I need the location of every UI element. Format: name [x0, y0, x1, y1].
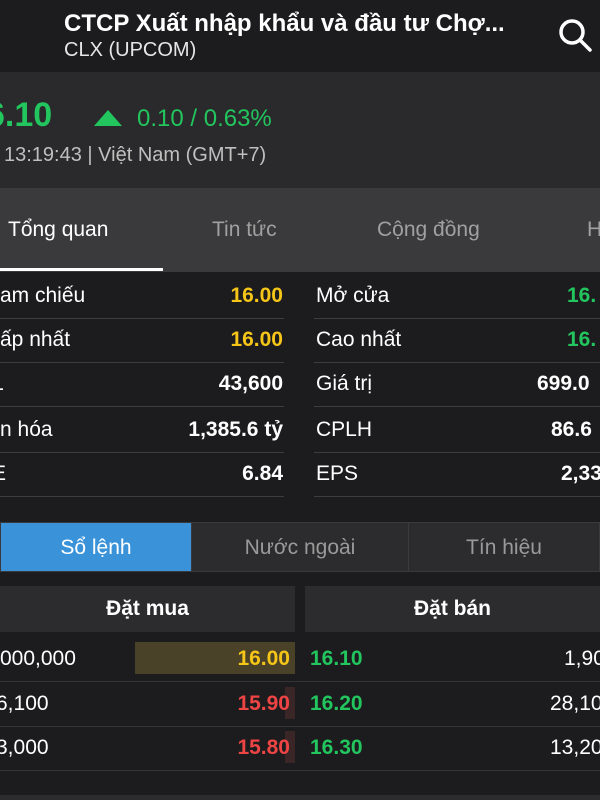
divider — [0, 406, 284, 407]
active-tab-indicator — [0, 268, 163, 271]
bottom-bar — [0, 795, 600, 800]
stat-value: 43,600 — [218, 372, 283, 395]
ask-price[interactable]: 16.20 — [310, 692, 363, 716]
divider — [0, 681, 600, 682]
ask-header: Đặt bán — [305, 586, 600, 632]
stat-value: 6.84 — [242, 462, 283, 485]
tab-foreign[interactable]: Nước ngoài — [191, 522, 409, 572]
tab-overview[interactable]: Tổng quan — [8, 218, 108, 242]
stat-label: am chiếu — [0, 284, 86, 307]
divider — [314, 318, 600, 319]
bid-quantity: 3,000 — [0, 736, 49, 759]
tab-signals[interactable]: Tín hiệu — [408, 522, 600, 572]
ask-quantity: 28,10 — [550, 692, 600, 715]
triangle-up-icon — [94, 110, 122, 126]
divider — [0, 770, 600, 771]
bid-quantity: 000,000 — [0, 647, 76, 670]
stat-value: 16. — [567, 328, 597, 351]
stat-value: 699.0 — [537, 372, 590, 395]
stat-value: 16.00 — [230, 284, 283, 307]
divider — [0, 362, 284, 363]
divider — [0, 726, 600, 727]
tab-community[interactable]: Cộng đồng — [377, 218, 480, 242]
tab-order-book[interactable]: Sổ lệnh — [0, 522, 192, 572]
stat-label: Giá trị — [316, 372, 373, 395]
bid-price[interactable]: 15.80 — [200, 736, 290, 760]
ask-quantity: 13,20 — [550, 736, 600, 759]
bid-price[interactable]: 16.00 — [200, 647, 290, 671]
bid-header: Đặt mua — [0, 586, 295, 632]
stat-value: 2,33 — [561, 462, 600, 485]
tab-partial[interactable]: H — [587, 218, 600, 242]
divider — [314, 452, 600, 453]
divider — [0, 318, 284, 319]
stat-label: E — [0, 462, 6, 486]
ticker-exchange: CLX (UPCOM) — [64, 39, 197, 61]
stat-value: 1,385.6 tỷ — [188, 418, 283, 441]
divider — [0, 496, 284, 497]
search-icon[interactable] — [556, 16, 594, 54]
bid-quantity: 6,100 — [0, 692, 49, 715]
stat-label: n hóa — [0, 418, 53, 441]
stat-label: Cao nhất — [316, 328, 402, 351]
tab-news[interactable]: Tin tức — [212, 218, 277, 242]
ask-quantity: 1,90 — [564, 647, 600, 670]
price-change: 0.10 / 0.63% — [137, 105, 272, 132]
stat-label: EPS — [316, 462, 359, 485]
stat-value: 16. — [567, 284, 597, 307]
last-price: 6.10 — [0, 96, 53, 134]
quote-time: 13:19:43 | Việt Nam (GMT+7) — [4, 144, 267, 166]
stat-label: CPLH — [316, 418, 373, 441]
bid-price[interactable]: 15.90 — [200, 692, 290, 716]
company-name: CTCP Xuất nhập khẩu và đầu tư Chợ... — [64, 10, 505, 37]
stat-label: ấp nhất — [0, 328, 71, 351]
stats-grid — [0, 272, 600, 502]
divider — [314, 406, 600, 407]
stat-value: 16.00 — [230, 328, 283, 351]
stat-label: Mở cửa — [316, 284, 390, 307]
stat-label: L — [0, 372, 4, 396]
ask-price[interactable]: 16.10 — [310, 647, 363, 671]
ask-price[interactable]: 16.30 — [310, 736, 363, 760]
divider — [0, 452, 284, 453]
stat-value: 86.6 — [551, 418, 592, 441]
divider — [314, 496, 600, 497]
divider — [314, 362, 600, 363]
price-panel — [0, 72, 600, 188]
